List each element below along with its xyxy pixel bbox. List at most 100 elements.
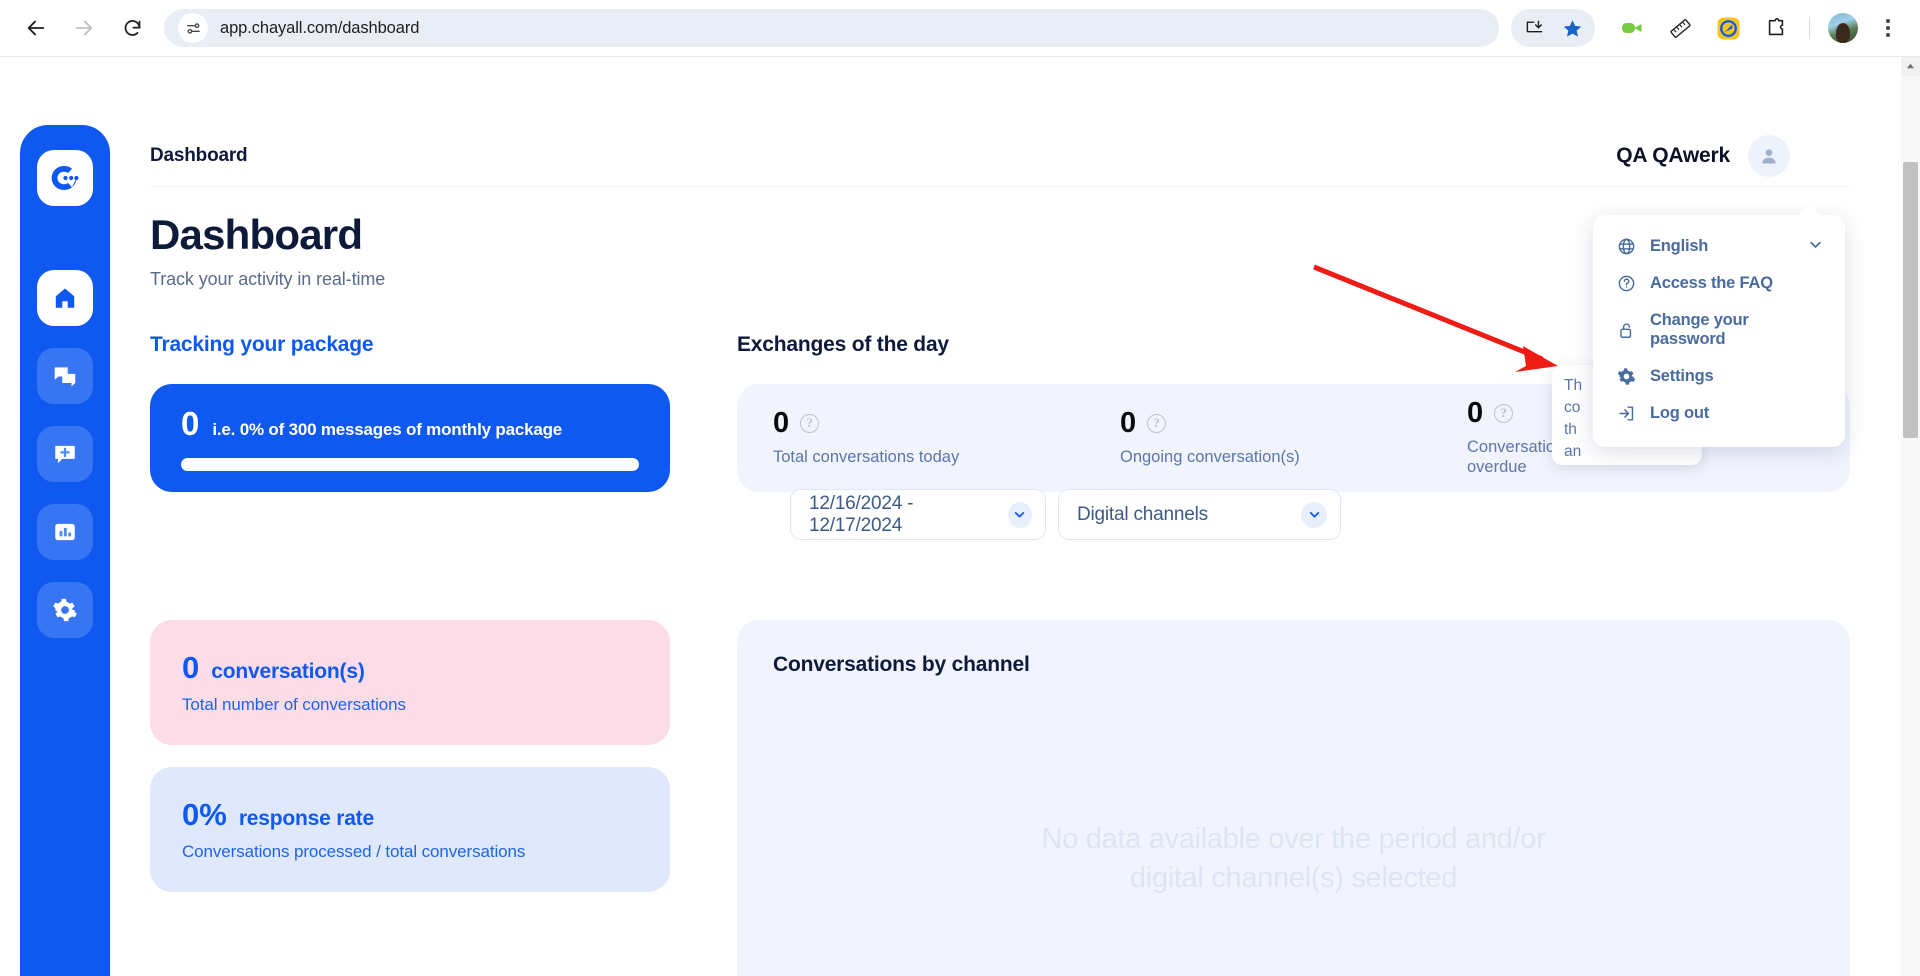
card-unit: conversation(s): [211, 660, 365, 683]
card-subtitle: Total number of conversations: [182, 695, 406, 714]
user-name: QA QAwerk: [1616, 143, 1730, 167]
breadcrumb: Dashboard: [150, 144, 248, 166]
user-menu-trigger[interactable]: QA QAwerk: [1616, 134, 1790, 177]
package-value: 0: [181, 405, 200, 443]
tune-icon: [186, 22, 200, 34]
logout-icon: [1615, 404, 1637, 423]
card-value: 0: [182, 650, 200, 685]
sidebar-item-conversations[interactable]: [37, 348, 93, 404]
card-value: 0%: [182, 797, 227, 832]
conversations-by-channel-panel: Conversations by channel No data availab…: [737, 620, 1850, 976]
sidebar-item-home[interactable]: [37, 270, 93, 326]
card-subtitle: Conversations processed / total conversa…: [182, 842, 526, 861]
extension-pdf-tool-button[interactable]: [1710, 10, 1746, 46]
stat-value: 0: [773, 406, 790, 439]
extension-ruler-button[interactable]: [1662, 10, 1698, 46]
browser-toolbar: app.chayall.com/dashboard: [0, 0, 1920, 57]
menu-item-label: Access the FAQ: [1650, 274, 1773, 292]
toolbar-divider: [1809, 17, 1810, 39]
sidebar-item-new-conversation[interactable]: [37, 426, 93, 482]
site-settings-button[interactable]: [178, 13, 208, 43]
extension-loom-button[interactable]: [1614, 10, 1650, 46]
menu-item-label: English: [1650, 237, 1709, 255]
filter-row: 12/16/2024 - 12/17/2024 Digital channels: [790, 489, 1341, 540]
address-bar[interactable]: app.chayall.com/dashboard: [164, 9, 1499, 47]
chevron-down-icon[interactable]: [1808, 237, 1823, 257]
left-sidebar: [20, 125, 110, 976]
menu-item-label: Change your password: [1650, 311, 1749, 348]
chayall-logo-icon[interactable]: [37, 150, 93, 206]
install-app-button[interactable]: [1517, 11, 1551, 45]
menu-item-language[interactable]: English: [1593, 228, 1845, 265]
channel-value: Digital channels: [1077, 503, 1208, 525]
bar-chart-icon: [55, 523, 75, 541]
menu-item-change-password[interactable]: Change your password: [1593, 302, 1845, 358]
sidebar-item-statistics[interactable]: [37, 504, 93, 560]
menu-item-logout[interactable]: Log out: [1593, 395, 1845, 432]
chevron-glyph: [1015, 512, 1025, 518]
package-progress-bar: [181, 458, 639, 472]
back-button[interactable]: [14, 6, 58, 50]
summary-cards: 0 conversation(s) Total number of conver…: [150, 620, 670, 976]
bottom-row: 0 conversation(s) Total number of conver…: [150, 620, 1850, 976]
stat-value-row: 0 ?: [1120, 406, 1467, 439]
chevron-glyph: [1810, 241, 1821, 248]
page-scrollbar[interactable]: [1901, 57, 1920, 976]
bookmark-button[interactable]: [1555, 11, 1589, 45]
install-app-icon: [1526, 20, 1542, 32]
app-page: Dashboard QA QAwerk Dashboard Track your…: [0, 57, 1920, 976]
three-dot-menu-icon[interactable]: [1870, 10, 1906, 46]
menu-item-settings[interactable]: Settings: [1593, 358, 1845, 395]
question-mark-icon[interactable]: ?: [1494, 403, 1514, 423]
menu-item-faq[interactable]: Access the FAQ: [1593, 265, 1845, 302]
chayall-logo-glyph: [51, 166, 79, 190]
stat-value: 0: [1467, 396, 1484, 429]
gear-glyph: [1617, 368, 1635, 385]
chat-plus-icon: [55, 445, 75, 464]
sidebar-item-settings[interactable]: [37, 582, 93, 638]
gear-icon: [1615, 367, 1637, 386]
red-arrow-annotation: [1313, 264, 1558, 372]
response-rate-card: 0% response rate Conversations processed…: [150, 767, 670, 892]
channel-select[interactable]: Digital channels: [1058, 489, 1341, 540]
stat-label: Total conversations today: [773, 447, 960, 466]
page-topbar: Dashboard QA QAwerk: [150, 125, 1850, 187]
lock-glyph: [1619, 322, 1631, 338]
chevron-down-icon: [1007, 501, 1032, 528]
chart-empty-state: No data available over the period and/or…: [737, 820, 1850, 898]
package-column: Tracking your package 0 i.e. 0% of 300 m…: [150, 333, 670, 493]
question-circle-glyph: [1618, 275, 1634, 292]
avatar[interactable]: [1748, 134, 1790, 177]
date-range-select[interactable]: 12/16/2024 - 12/17/2024: [790, 489, 1046, 540]
ruler-icon: [1669, 18, 1691, 38]
card-value-row: 0% response rate: [182, 797, 638, 833]
chart-empty-line-1: No data available over the period and/or: [1041, 823, 1546, 855]
stat-value: 0: [1120, 406, 1137, 439]
omnibox-action-pill: [1511, 9, 1595, 47]
browser-nav-buttons: [14, 6, 154, 50]
package-card: 0 i.e. 0% of 300 messages of monthly pac…: [150, 384, 670, 493]
logout-glyph: [1618, 406, 1633, 421]
globe-glyph: [1618, 238, 1634, 255]
reload-button[interactable]: [110, 6, 154, 50]
package-heading: Tracking your package: [150, 333, 374, 357]
stat-ongoing-conversations: 0 ? Ongoing conversation(s): [1120, 406, 1467, 468]
menu-item-label: Settings: [1650, 367, 1714, 385]
chart-title: Conversations by channel: [773, 653, 1030, 676]
scrollbar-thumb[interactable]: [1903, 162, 1918, 438]
question-mark-icon[interactable]: ?: [800, 413, 820, 433]
extensions-button[interactable]: [1758, 10, 1794, 46]
profile-avatar-icon[interactable]: [1828, 13, 1858, 43]
forward-arrow-icon: [75, 20, 93, 36]
stat-total-conversations-today: 0 ? Total conversations today: [773, 406, 1120, 468]
chart-empty-line-2: digital channel(s) selected: [1129, 862, 1458, 895]
pdf-tool-icon: [1717, 17, 1739, 39]
url-text: app.chayall.com/dashboard: [220, 18, 420, 37]
forward-button[interactable]: [62, 6, 106, 50]
card-unit: response rate: [238, 807, 374, 830]
total-conversations-card: 0 conversation(s) Total number of conver…: [150, 620, 670, 745]
question-circle-icon: [1615, 274, 1637, 293]
question-mark-icon[interactable]: ?: [1147, 413, 1167, 433]
scroll-up-button[interactable]: [1901, 57, 1920, 76]
reload-icon: [124, 19, 140, 36]
